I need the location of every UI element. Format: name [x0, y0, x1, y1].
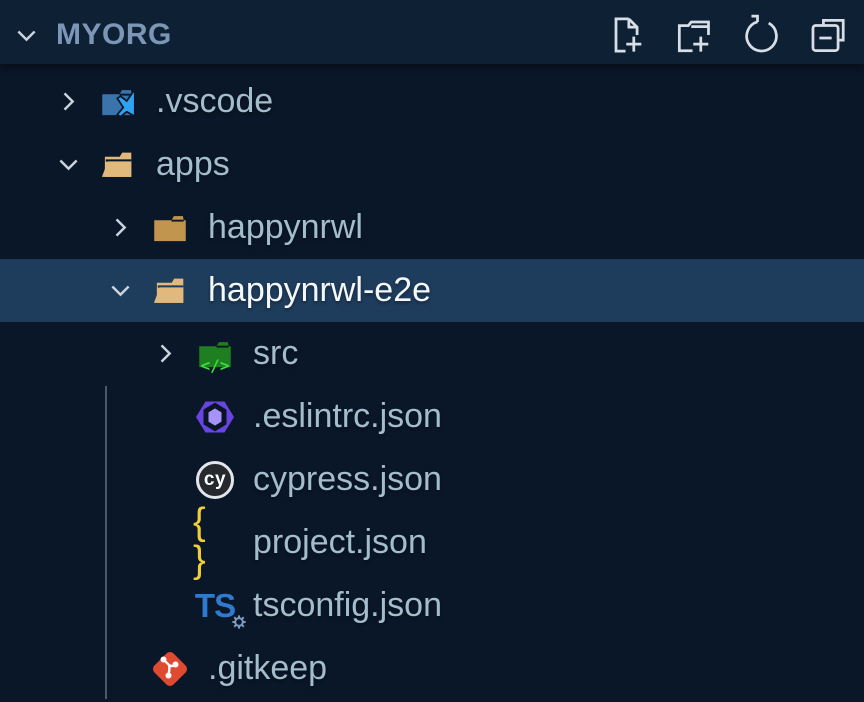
braces-glyph: { } [193, 503, 237, 583]
git-icon [148, 647, 192, 691]
collapse-all-icon [806, 13, 850, 57]
chevron-right-icon[interactable] [151, 333, 193, 375]
tree-item-label: project.json [253, 523, 427, 562]
cypress-badge: cy [196, 461, 234, 499]
twisty-spacer [151, 396, 193, 438]
section-title: MYORG [56, 18, 605, 52]
folder-open-icon [96, 143, 140, 187]
tree-row-gitkeep[interactable]: .gitkeep [0, 637, 864, 700]
tsconfig-icon: TS [193, 584, 237, 628]
new-folder-icon [672, 13, 716, 57]
file-tree: .vscode apps happynrwl [0, 64, 864, 700]
tree-row-happynrwl[interactable]: happynrwl [0, 196, 864, 259]
tree-item-label: tsconfig.json [253, 586, 442, 625]
tree-row-eslintrc[interactable]: .eslintrc.json [0, 385, 864, 448]
tree-row-apps[interactable]: apps [0, 133, 864, 196]
header-toolbar [605, 12, 852, 58]
cypress-icon: cy [193, 458, 237, 502]
vscode-folder-icon [96, 80, 140, 124]
src-folder-icon: </> [193, 332, 237, 376]
twisty-spacer [151, 459, 193, 501]
chevron-down-icon[interactable] [54, 144, 96, 186]
chevron-right-icon[interactable] [54, 81, 96, 123]
tree-item-label: happynrwl [208, 208, 363, 247]
code-brackets-glyph: </> [193, 356, 237, 375]
tree-row-vscode[interactable]: .vscode [0, 70, 864, 133]
tree-item-label: happynrwl-e2e [208, 271, 431, 310]
tree-item-label: .vscode [156, 82, 273, 121]
tree-item-label: .gitkeep [208, 649, 327, 688]
tree-row-cypress[interactable]: cy cypress.json [0, 448, 864, 511]
chevron-down-icon[interactable] [12, 14, 52, 56]
tree-row-project[interactable]: { } project.json [0, 511, 864, 574]
folder-open-icon [148, 269, 192, 313]
tree-row-src[interactable]: </> src [0, 322, 864, 385]
tree-item-label: cypress.json [253, 460, 442, 499]
indent-guide [105, 386, 107, 699]
new-folder-button[interactable] [672, 12, 716, 58]
tree-item-label: .eslintrc.json [253, 397, 442, 436]
collapse-all-button[interactable] [806, 12, 850, 58]
tree-item-label: apps [156, 145, 230, 184]
twisty-spacer [151, 585, 193, 627]
eslint-icon [193, 395, 237, 439]
tree-row-happynrwl-e2e[interactable]: happynrwl-e2e [0, 259, 864, 322]
new-file-button[interactable] [605, 12, 649, 58]
refresh-icon [739, 13, 783, 57]
twisty-spacer [151, 522, 193, 564]
gear-icon [229, 612, 249, 632]
json-braces-icon: { } [193, 521, 237, 565]
twisty-spacer [106, 648, 148, 690]
chevron-right-icon[interactable] [106, 207, 148, 249]
folder-icon [148, 206, 192, 250]
tree-item-label: src [253, 334, 298, 373]
explorer-section-header[interactable]: MYORG [0, 0, 864, 64]
chevron-down-icon[interactable] [106, 270, 148, 312]
new-file-icon [605, 13, 649, 57]
refresh-button[interactable] [739, 12, 783, 58]
tree-row-tsconfig[interactable]: TS tsconfig.json [0, 574, 864, 637]
